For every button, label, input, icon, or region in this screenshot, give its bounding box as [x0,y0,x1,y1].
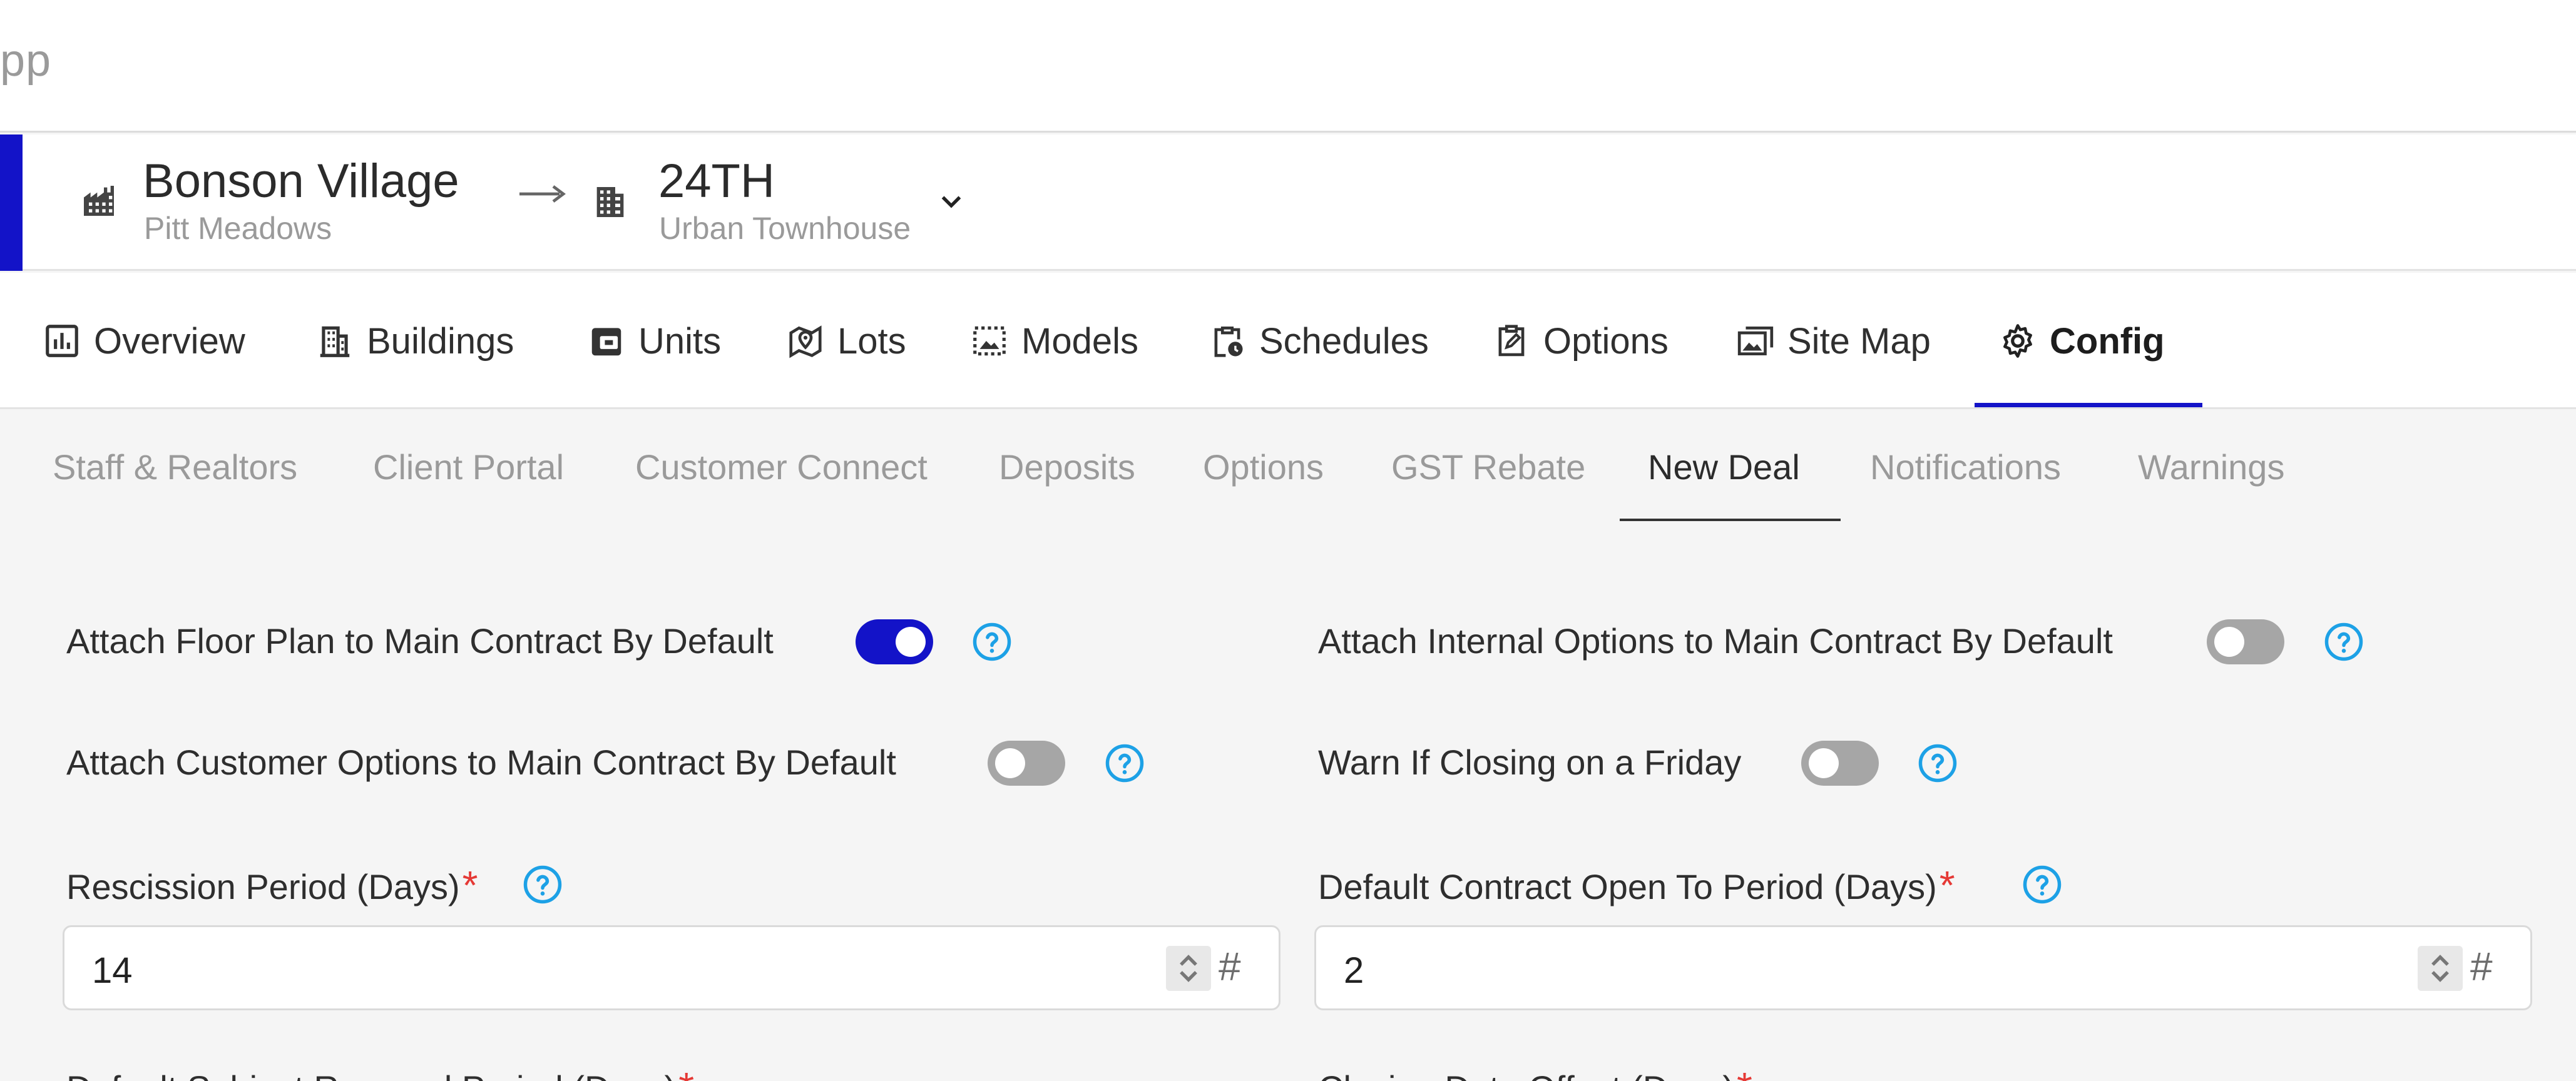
tab-overview[interactable]: Overview [43,273,245,409]
map-pin-icon [789,325,822,358]
tab-schedules[interactable]: Schedules [1208,273,1429,409]
attach-internal-options-toggle[interactable] [2207,619,2284,664]
closing-date-offset-text: Closing Date Offset (Days) [1318,1068,1734,1081]
subtab-new-deal[interactable]: New Deal [1648,447,1800,487]
tab-lots[interactable]: Lots [786,273,906,409]
subtab-gst-rebate[interactable]: GST Rebate [1391,447,1585,487]
attach-floor-plan-toggle[interactable] [856,619,933,664]
rescission-period-input[interactable]: 14 # [63,925,1280,1010]
tab-units[interactable]: Units [587,273,721,409]
tab-options-label: Options [1543,320,1669,362]
subject-removal-period-text: Default Subject Removal Period (Days) [66,1068,676,1081]
subtab-warnings[interactable]: Warnings [2138,447,2284,487]
phase-type: Urban Townhouse [659,211,911,246]
required-marker: * [1737,1064,1752,1081]
contract-open-period-text: Default Contract Open To Period (Days) [1318,867,1937,906]
required-marker: * [678,1064,694,1081]
contract-open-period-value: 2 [1344,950,1364,991]
contract-open-period-input[interactable]: 2 # [1314,925,2532,1010]
arrow-right-icon [519,185,566,203]
help-icon[interactable] [522,864,563,905]
unit-icon [591,328,621,356]
warn-closing-friday-label: Warn If Closing on a Friday [1318,743,1742,782]
tab-site-map-label: Site Map [1787,320,1931,362]
tab-buildings[interactable]: Buildings [315,273,514,409]
attach-customer-options-toggle[interactable] [988,741,1065,786]
building-icon [596,187,624,217]
required-marker: * [462,863,478,908]
rescission-period-value: 14 [92,950,133,991]
clipboard-edit-icon [1498,325,1525,357]
closing-date-offset-label: Closing Date Offset (Days)* [1318,1063,1752,1081]
app-title: pp [0,36,52,86]
subtab-staff-realtors[interactable]: Staff & Realtors [53,447,297,487]
community-location: Pitt Meadows [144,211,332,246]
tab-config-label: Config [2050,320,2165,362]
help-icon[interactable] [971,621,1013,662]
rescission-period-text: Rescission Period (Days) [66,867,460,906]
images-icon [1737,327,1774,355]
accent-bar [0,134,23,271]
required-marker: * [1939,863,1955,908]
help-icon[interactable] [2021,864,2063,905]
attach-floor-plan-label: Attach Floor Plan to Main Contract By De… [66,621,774,661]
tab-config[interactable]: Config [1998,273,2165,409]
number-suffix: # [1219,944,1241,989]
subtab-deposits[interactable]: Deposits [999,447,1135,487]
help-icon[interactable] [1917,743,1958,784]
subtab-client-portal[interactable]: Client Portal [373,447,564,487]
main-tabs: Overview Buildings Units Lots Models Sch… [0,273,2576,409]
building-icon [320,326,350,357]
subtab-customer-connect[interactable]: Customer Connect [635,447,928,487]
phase-name[interactable]: 24TH [658,154,775,208]
chevron-down-icon[interactable] [937,188,966,216]
subtab-options[interactable]: Options [1203,447,1324,487]
image-frame-icon [973,326,1006,356]
gear-icon [2003,324,2032,358]
city-icon [84,186,114,216]
stepper-icon[interactable] [2418,946,2463,991]
attach-customer-options-label: Attach Customer Options to Main Contract… [66,743,896,782]
tab-lots-label: Lots [837,320,906,362]
tab-overview-label: Overview [94,320,245,362]
help-icon[interactable] [1104,743,1145,784]
subtab-notifications[interactable]: Notifications [1870,447,2061,487]
stepper-icon[interactable] [1166,946,1211,991]
subject-removal-period-label: Default Subject Removal Period (Days)* [66,1063,694,1081]
contract-open-period-label: Default Contract Open To Period (Days)* [1318,862,1955,908]
tab-units-label: Units [638,320,722,362]
tab-models[interactable]: Models [970,273,1138,409]
tab-buildings-label: Buildings [367,320,514,362]
help-icon[interactable] [2323,621,2364,662]
rescission-period-label: Rescission Period (Days)* [66,862,478,908]
tab-options[interactable]: Options [1492,273,1669,409]
community-name[interactable]: Bonson Village [143,154,459,208]
active-tab-indicator [1975,403,2202,407]
tab-schedules-label: Schedules [1259,320,1429,362]
tab-models-label: Models [1021,320,1138,362]
warn-closing-friday-toggle[interactable] [1801,741,1879,786]
chart-icon [46,325,78,357]
clipboard-clock-icon [1214,327,1243,357]
tab-site-map[interactable]: Site Map [1736,273,1931,409]
app-bar: pp [0,0,2576,133]
active-subtab-indicator [1620,519,1841,521]
number-suffix: # [2470,944,2493,989]
attach-internal-options-label: Attach Internal Options to Main Contract… [1318,621,2113,661]
